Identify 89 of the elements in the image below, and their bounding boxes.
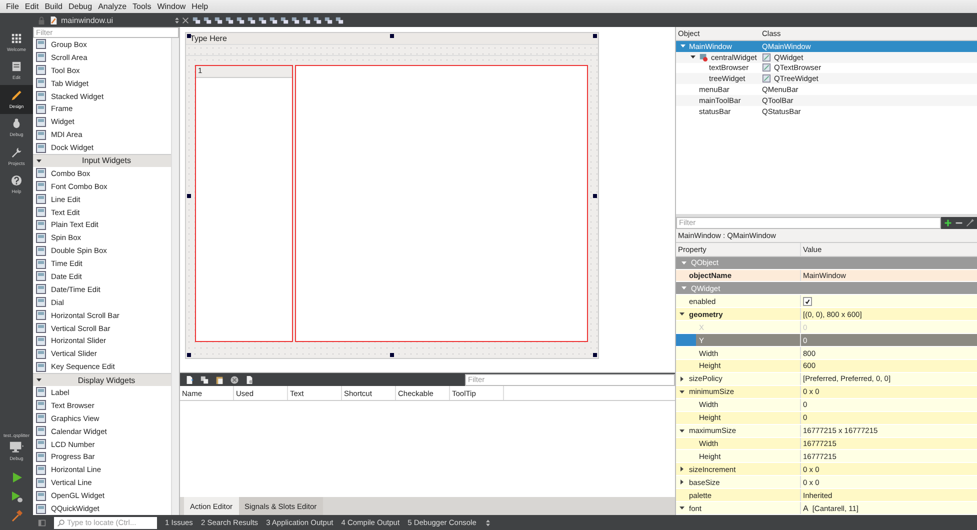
expand-arrow-icon <box>36 158 42 164</box>
scrollbar[interactable] <box>171 38 179 515</box>
menu-item[interactable]: File <box>3 2 22 11</box>
resize-handle[interactable] <box>187 194 191 198</box>
pencil-icon <box>11 90 22 101</box>
widget-icon <box>36 336 46 346</box>
widget-icon <box>36 181 46 192</box>
widget-icon <box>36 65 46 76</box>
category-label: Input Widgets <box>81 156 132 166</box>
file-icon <box>49 16 58 24</box>
menu-placeholder[interactable]: Type Here <box>186 34 231 43</box>
paste-icon[interactable] <box>215 374 224 384</box>
widget-icon <box>36 271 46 282</box>
widget-icon <box>36 220 46 230</box>
widget-icon <box>36 246 46 256</box>
menu-item[interactable]: Analyze <box>95 2 130 11</box>
monitor-icon <box>8 441 24 453</box>
widget-icon <box>36 168 46 178</box>
widget-icon <box>36 78 46 88</box>
widget-icon <box>36 362 46 372</box>
widget-icon <box>36 207 46 218</box>
grid-icon <box>11 32 22 44</box>
delete-icon[interactable] <box>230 374 239 384</box>
widget-icon <box>36 194 46 204</box>
lock-icon <box>37 16 46 24</box>
expand-arrow-icon <box>681 285 687 292</box>
run-icon[interactable] <box>10 471 22 484</box>
resize-handle[interactable] <box>593 34 597 38</box>
widget-icon <box>36 452 46 462</box>
updown-icon[interactable] <box>484 518 492 526</box>
widget-icon <box>36 52 46 62</box>
search-icon <box>57 518 65 526</box>
add-icon[interactable] <box>944 218 952 227</box>
widget-icon <box>36 439 46 450</box>
category-header[interactable]: Display Widgets <box>33 373 171 386</box>
widget-icon <box>36 297 46 308</box>
resize-handle[interactable] <box>187 353 191 357</box>
widget-icon <box>36 323 46 334</box>
resize-handle[interactable] <box>593 194 597 198</box>
widget-icon <box>36 400 46 410</box>
file-name[interactable]: mainwindow.ui <box>61 16 171 24</box>
hammer-icon[interactable] <box>10 509 22 522</box>
resize-handle[interactable] <box>390 353 394 357</box>
document-icon <box>11 61 22 72</box>
menu-item[interactable]: Tools <box>130 2 154 11</box>
new-document-icon[interactable] <box>185 374 194 384</box>
resize-handle[interactable] <box>187 34 191 38</box>
menu-item[interactable]: Debug <box>65 2 96 11</box>
widget-icon <box>36 464 46 475</box>
expand-arrow-icon <box>36 377 42 384</box>
resize-handle[interactable] <box>390 34 394 38</box>
close-icon[interactable] <box>181 16 190 24</box>
menu-item[interactable]: Window <box>154 2 189 11</box>
menu-item[interactable]: Build <box>42 2 66 11</box>
widget-icon <box>36 310 46 320</box>
widget-icon <box>36 284 46 294</box>
updown-icon[interactable] <box>174 16 180 24</box>
font-glyph: A <box>803 504 808 513</box>
resize-handle[interactable] <box>593 353 597 357</box>
debug-run-icon[interactable] <box>10 490 22 503</box>
class-icon <box>762 52 771 62</box>
widget-icon <box>36 478 46 488</box>
widget-icon <box>36 426 46 436</box>
bug-icon <box>11 118 22 130</box>
widget-icon <box>36 413 46 424</box>
widget-icon <box>36 387 46 398</box>
category-label: Display Widgets <box>76 376 136 385</box>
widget-icon <box>36 504 46 514</box>
class-icon <box>762 63 771 72</box>
menu-item[interactable]: Edit <box>22 2 42 11</box>
widget-icon <box>36 104 46 114</box>
widget-icon <box>36 232 46 243</box>
widget-icon <box>36 116 46 127</box>
widget-icon <box>699 52 708 62</box>
widget-icon <box>36 348 46 359</box>
widget-icon <box>36 258 46 269</box>
widget-icon <box>36 142 46 153</box>
menu-item[interactable]: Help <box>188 2 212 11</box>
widget-icon <box>36 130 46 140</box>
checkbox[interactable] <box>803 296 812 306</box>
expand-arrow-icon <box>681 260 687 266</box>
widget-icon <box>36 91 46 101</box>
sidebar-toggle-icon[interactable] <box>38 518 46 526</box>
widget-icon <box>36 39 46 50</box>
copy-icon[interactable] <box>200 374 209 384</box>
class-icon <box>762 74 771 84</box>
help-icon <box>11 175 22 186</box>
category-header[interactable]: Input Widgets <box>33 154 171 167</box>
widget-icon <box>36 490 46 501</box>
